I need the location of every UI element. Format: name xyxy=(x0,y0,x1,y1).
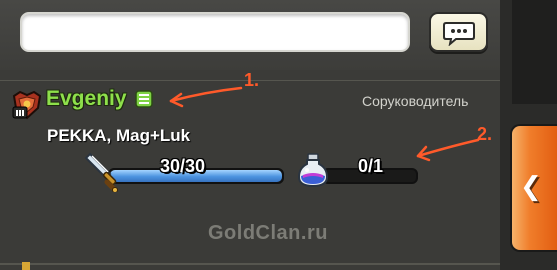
spell-count: 0/1 xyxy=(358,156,384,176)
collapse-chat-button[interactable]: ❮ xyxy=(510,124,557,252)
spell-potion-icon xyxy=(296,152,330,192)
member-role: Соруководитель xyxy=(362,93,469,109)
speech-bubble-icon xyxy=(443,22,475,46)
request-message: PEKKA, Mag+Luk xyxy=(47,126,191,145)
card-divider xyxy=(0,263,500,265)
league-badge-icon xyxy=(10,90,44,124)
watermark: GoldClan.ru xyxy=(208,222,328,244)
annotation-label-2: 2. xyxy=(477,124,493,144)
online-status-icon xyxy=(135,90,153,112)
annotation-label-1: 1. xyxy=(244,70,260,90)
next-card-icon xyxy=(22,262,30,270)
chevron-left-icon: ❮ xyxy=(520,172,542,202)
annotation-arrow-1 xyxy=(169,86,243,108)
send-message-button[interactable] xyxy=(429,12,488,52)
player-name[interactable]: Evgeniy xyxy=(46,87,127,111)
sword-icon xyxy=(84,152,118,196)
troop-count: 30/30 xyxy=(160,156,206,176)
annotation-arrow-2 xyxy=(416,138,480,162)
chat-input[interactable] xyxy=(20,12,410,52)
side-panel-shadow xyxy=(512,0,557,104)
